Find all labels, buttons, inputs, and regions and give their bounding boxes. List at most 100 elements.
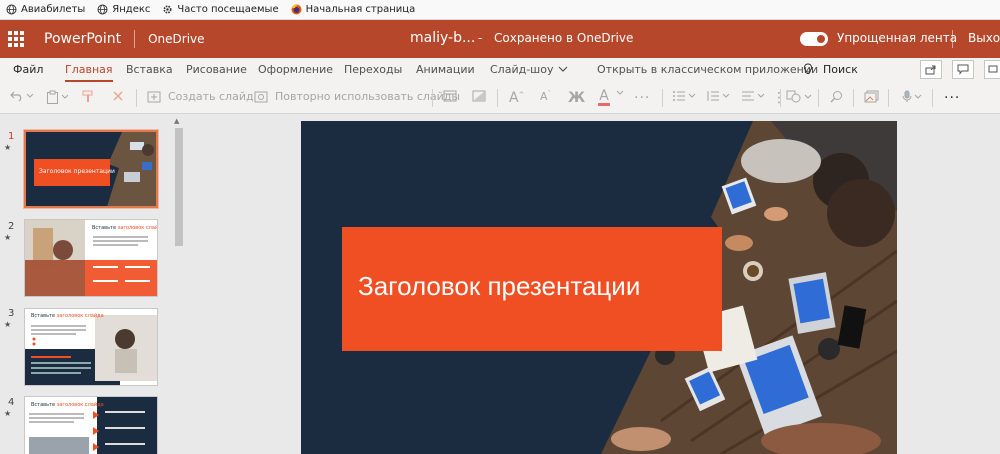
gear-icon [162, 4, 173, 15]
dictate-icon[interactable] [902, 90, 922, 103]
scroll-up-icon[interactable]: ▲ [174, 117, 179, 125]
current-slide[interactable]: Заголовок презентации [301, 121, 897, 454]
picture-icon[interactable] [864, 90, 879, 103]
ribbon-divider [818, 89, 819, 107]
ribbon-divider [136, 89, 137, 107]
slide-thumbnail-1[interactable]: Заголовок презентации [23, 129, 159, 209]
ribbon-divider [932, 89, 933, 107]
onedrive-link[interactable]: OneDrive [148, 32, 204, 46]
tab-slideshow[interactable]: Слайд-шоу [490, 63, 553, 76]
thumb-highlight-word: заголовок слайда [56, 313, 104, 319]
slide-number: 4 [8, 397, 15, 408]
tab-file[interactable]: Файл [13, 63, 43, 76]
ribbon-commands: Создать слайд Повторно использовать слай… [0, 82, 1000, 114]
ribbon-divider [662, 89, 663, 107]
slide-number: 2 [8, 221, 15, 232]
delete-icon[interactable] [112, 90, 124, 102]
thumb-title: Заголовок презентации [39, 168, 115, 175]
open-desktop-app-link[interactable]: Открыть в классическом приложении [597, 63, 818, 76]
slide-number: 1 [8, 131, 15, 142]
slide-title[interactable]: Заголовок презентации [358, 271, 640, 302]
share-icon[interactable] [920, 60, 942, 79]
font-shrink-label: A [540, 90, 548, 103]
app-name[interactable]: PowerPoint [44, 31, 121, 47]
ribbon-divider [780, 89, 781, 107]
sign-out-link[interactable]: Выход [968, 31, 1000, 45]
animation-star-icon: ★ [4, 320, 12, 329]
title-dash: - [478, 31, 483, 45]
shapes-icon[interactable] [786, 90, 812, 103]
bookmark-most-visited[interactable]: Часто посещаемые [162, 4, 279, 15]
font-shrink-button[interactable]: Aˇ [540, 90, 551, 104]
find-icon[interactable] [830, 90, 843, 103]
app-launcher-icon[interactable] [8, 31, 24, 47]
firefox-icon [291, 4, 302, 15]
thumb-highlight-word: заголовок слайда [117, 225, 158, 231]
slide-thumbnail-4[interactable]: Вставьте заголовок слайда [24, 396, 158, 454]
ribbon-tabs: Файл Главная Вставка Рисование Оформлени… [0, 58, 1000, 82]
font-color-button[interactable]: A [598, 88, 610, 106]
tab-insert[interactable]: Вставка [126, 63, 173, 76]
bullets-icon[interactable] [672, 90, 696, 102]
more-tabs-chevron-icon[interactable] [558, 63, 568, 76]
document-name[interactable]: maliy-b... [410, 30, 475, 46]
undo-icon[interactable] [10, 90, 34, 102]
simplified-ribbon-label: Упрощенная лента [837, 31, 958, 45]
thumb-insert-word: Вставьте [31, 313, 56, 319]
ribbon-divider [888, 89, 889, 107]
bookmark-yandex[interactable]: Яндекс [97, 4, 150, 15]
thumbnail-scrollbar-thumb[interactable] [175, 128, 183, 246]
new-slide-label: Создать слайд [168, 90, 254, 103]
layout-icon[interactable] [443, 90, 457, 102]
globe-icon [6, 4, 17, 15]
bookmark-label: Начальная страница [305, 4, 416, 15]
bold-button[interactable]: Ж [568, 90, 585, 106]
font-color-label: A [599, 88, 609, 104]
slide-thumbnail-2[interactable]: Вставьте заголовок слайда [24, 219, 158, 297]
present-icon[interactable] [984, 60, 1000, 79]
reuse-slides-button[interactable]: Повторно использовать слайды [254, 90, 460, 103]
slide-number: 3 [8, 308, 15, 319]
more-paragraph-options-button[interactable]: ⋮ [772, 90, 786, 106]
lightbulb-icon[interactable] [803, 63, 813, 78]
ribbon-divider [432, 89, 433, 107]
numbering-icon[interactable] [706, 90, 730, 102]
simplified-ribbon-toggle[interactable] [800, 32, 828, 46]
bookmark-aviabilety[interactable]: Авиабилеты [6, 4, 85, 15]
animation-star-icon: ★ [4, 409, 12, 418]
title-divider [134, 30, 136, 48]
tab-home[interactable]: Главная [65, 63, 113, 82]
new-slide-button[interactable]: Создать слайд [147, 90, 254, 103]
tab-transitions[interactable]: Переходы [344, 63, 402, 76]
ribbon-divider [497, 89, 498, 107]
font-grow-label: A [509, 90, 519, 106]
format-painter-icon[interactable] [82, 90, 95, 103]
bookmark-label: Авиабилеты [21, 4, 86, 15]
save-status: Сохранено в OneDrive [494, 31, 634, 45]
design-ideas-icon[interactable] [472, 90, 486, 102]
search-tell-me[interactable]: Поиск [823, 63, 858, 76]
bookmark-label: Яндекс [112, 4, 151, 15]
thumb-insert-word: Вставьте [92, 225, 117, 231]
more-font-options-button[interactable]: ··· [634, 90, 650, 106]
chevron-down-icon[interactable] [616, 90, 624, 96]
bookmark-label: Часто посещаемые [177, 4, 279, 15]
tab-design[interactable]: Оформление [258, 63, 333, 76]
reuse-slides-icon [254, 91, 268, 102]
paste-icon[interactable] [46, 90, 69, 104]
align-icon[interactable] [741, 90, 765, 102]
ribbon-divider [853, 89, 854, 107]
font-color-swatch [598, 103, 610, 106]
ribbon-overflow-button[interactable]: ··· [944, 90, 960, 106]
tab-draw[interactable]: Рисование [186, 63, 247, 76]
bookmarks-bar: Авиабилеты Яндекс Часто посещаемые Начал… [0, 0, 1000, 20]
tab-animations[interactable]: Анимации [416, 63, 475, 76]
globe-icon [97, 4, 108, 15]
font-grow-button[interactable]: A ^ [509, 90, 524, 106]
comments-icon[interactable] [952, 60, 974, 79]
bookmark-start-page[interactable]: Начальная страница [291, 4, 416, 15]
title-divider [952, 30, 953, 48]
thumb-highlight-word: заголовок слайда [56, 402, 104, 408]
slide-thumbnail-3[interactable]: Вставьте заголовок слайда [24, 308, 158, 386]
animation-star-icon: ★ [4, 143, 12, 152]
